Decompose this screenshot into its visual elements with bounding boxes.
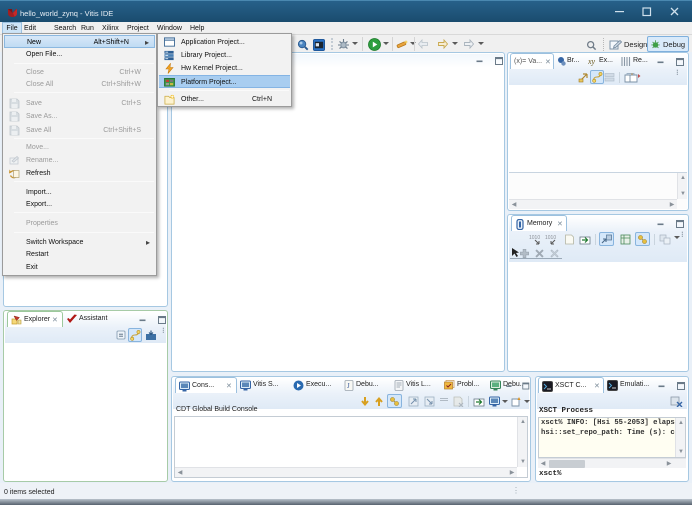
- svg-text:1010: 1010: [529, 235, 540, 241]
- svg-text:J: J: [347, 382, 350, 390]
- svg-text:xy: xy: [588, 57, 596, 66]
